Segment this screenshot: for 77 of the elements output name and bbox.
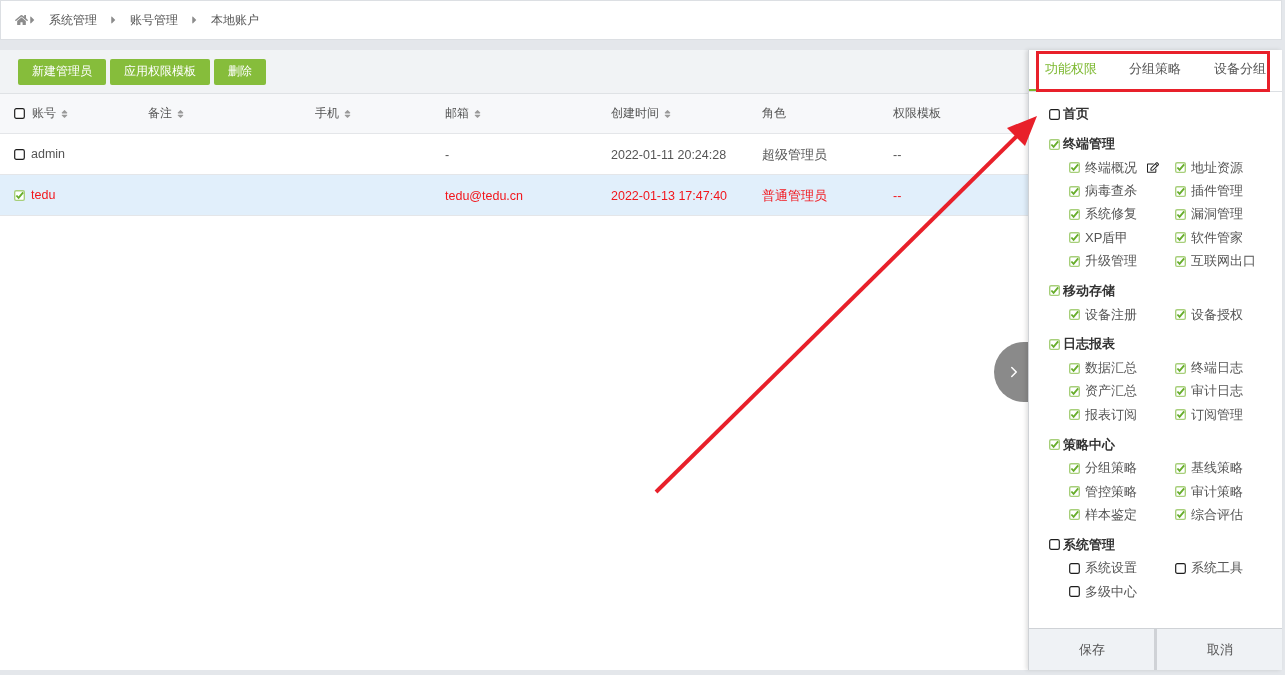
table-cell: tedu bbox=[31, 188, 56, 202]
column-header[interactable]: 创建时间 bbox=[611, 105, 671, 122]
permission-item[interactable]: 审计日志 bbox=[1191, 382, 1243, 401]
edit-icon[interactable] bbox=[1147, 162, 1159, 174]
permission-item[interactable]: 互联网出口 bbox=[1191, 252, 1256, 271]
permission-item[interactable]: 漏洞管理 bbox=[1191, 205, 1243, 224]
checkbox[interactable] bbox=[1049, 539, 1060, 551]
permission-item[interactable]: 系统设置 bbox=[1085, 559, 1137, 578]
expand-toggle[interactable] bbox=[994, 342, 1028, 402]
panel-tab[interactable]: 分组策略 bbox=[1113, 50, 1198, 91]
permission-item[interactable]: 管控策略 bbox=[1085, 482, 1137, 501]
permission-item[interactable]: 系统修复 bbox=[1085, 205, 1137, 224]
permission-item[interactable]: 资产汇总 bbox=[1085, 382, 1137, 401]
table-cell: 2022-01-13 17:47:40 bbox=[611, 189, 728, 203]
permission-item[interactable]: 系统工具 bbox=[1191, 559, 1243, 578]
checkbox[interactable] bbox=[1049, 108, 1060, 120]
permission-item[interactable]: 地址资源 bbox=[1191, 158, 1243, 177]
permission-item[interactable]: 审计策略 bbox=[1191, 482, 1243, 501]
permission-group[interactable]: 日志报表 bbox=[1063, 335, 1115, 354]
checkbox[interactable] bbox=[1069, 586, 1080, 598]
checkbox[interactable] bbox=[1069, 562, 1080, 574]
table-row[interactable]: tedu tedu@tedu.cn 2022-01-13 17:47:40 普通管理员 -- bbox=[0, 175, 1028, 216]
table-cell: -- bbox=[893, 148, 902, 162]
permission-item[interactable]: 插件管理 bbox=[1191, 182, 1243, 201]
caret-right-icon bbox=[191, 14, 198, 26]
permission-item[interactable]: 订阅管理 bbox=[1191, 405, 1243, 424]
breadcrumb-item[interactable]: 账号管理 bbox=[130, 11, 178, 29]
column-header[interactable]: 手机 bbox=[315, 105, 351, 122]
permission-group[interactable]: 策略中心 bbox=[1063, 435, 1115, 454]
checkbox[interactable] bbox=[1175, 562, 1186, 574]
table-cell: -- bbox=[893, 189, 902, 203]
column-header[interactable]: 账号 bbox=[32, 105, 68, 122]
permission-group[interactable]: 终端管理 bbox=[1063, 135, 1115, 153]
breadcrumb-item: 本地账户 bbox=[211, 11, 259, 29]
permission-item[interactable]: 综合评估 bbox=[1191, 506, 1243, 524]
panel-tab[interactable]: 设备分组 bbox=[1197, 50, 1282, 91]
sort-icon[interactable] bbox=[177, 108, 184, 119]
caret-right-icon bbox=[110, 14, 117, 26]
table-cell: - bbox=[445, 148, 450, 162]
permission-item[interactable]: 软件管家 bbox=[1191, 228, 1243, 247]
column-header: 权限模板 bbox=[893, 105, 941, 122]
permission-item[interactable]: 终端日志 bbox=[1191, 359, 1243, 378]
sort-icon[interactable] bbox=[344, 108, 351, 119]
column-header[interactable]: 备注 bbox=[148, 105, 184, 122]
permission-item[interactable]: 设备注册 bbox=[1085, 305, 1137, 324]
permission-item[interactable]: 基线策略 bbox=[1191, 459, 1243, 478]
checkbox[interactable] bbox=[1049, 439, 1060, 450]
checkbox[interactable] bbox=[14, 108, 25, 119]
table-cell: 超级管理员 bbox=[762, 147, 827, 162]
panel-button[interactable]: 取消 bbox=[1157, 629, 1282, 670]
permission-item[interactable]: 设备授权 bbox=[1191, 305, 1243, 324]
column-header[interactable]: 邮箱 bbox=[445, 105, 481, 122]
table-cell: tedu@tedu.cn bbox=[445, 189, 524, 203]
permission-item[interactable]: 数据汇总 bbox=[1085, 359, 1137, 378]
caret-right-icon bbox=[29, 14, 36, 26]
permission-item[interactable]: 报表订阅 bbox=[1085, 405, 1137, 424]
permission-item[interactable]: XP盾甲 bbox=[1085, 228, 1129, 247]
home-icon[interactable] bbox=[15, 14, 28, 26]
sort-icon[interactable] bbox=[664, 108, 671, 119]
permission-item[interactable]: 升级管理 bbox=[1085, 252, 1137, 271]
permission-item[interactable]: 分组策略 bbox=[1085, 459, 1137, 478]
permission-group[interactable]: 系统管理 bbox=[1063, 535, 1115, 554]
checkbox[interactable] bbox=[14, 148, 25, 160]
permission-group[interactable]: 首页 bbox=[1063, 105, 1089, 123]
permission-group[interactable]: 移动存储 bbox=[1063, 281, 1115, 300]
table-cell: 普通管理员 bbox=[762, 188, 827, 203]
table-cell: admin bbox=[31, 147, 66, 161]
sort-icon[interactable] bbox=[61, 108, 68, 119]
permission-item[interactable]: 终端概况 bbox=[1085, 158, 1159, 177]
column-header: 角色 bbox=[762, 105, 786, 122]
panel-button[interactable]: 保存 bbox=[1029, 629, 1154, 670]
sort-icon[interactable] bbox=[474, 108, 481, 119]
permission-item[interactable]: 多级中心 bbox=[1085, 582, 1137, 601]
breadcrumb-item[interactable]: 系统管理 bbox=[49, 11, 97, 29]
table-cell: 2022-01-11 20:24:28 bbox=[611, 148, 727, 162]
permission-item[interactable]: 样本鉴定 bbox=[1085, 506, 1137, 524]
permission-item[interactable]: 病毒查杀 bbox=[1085, 182, 1137, 201]
